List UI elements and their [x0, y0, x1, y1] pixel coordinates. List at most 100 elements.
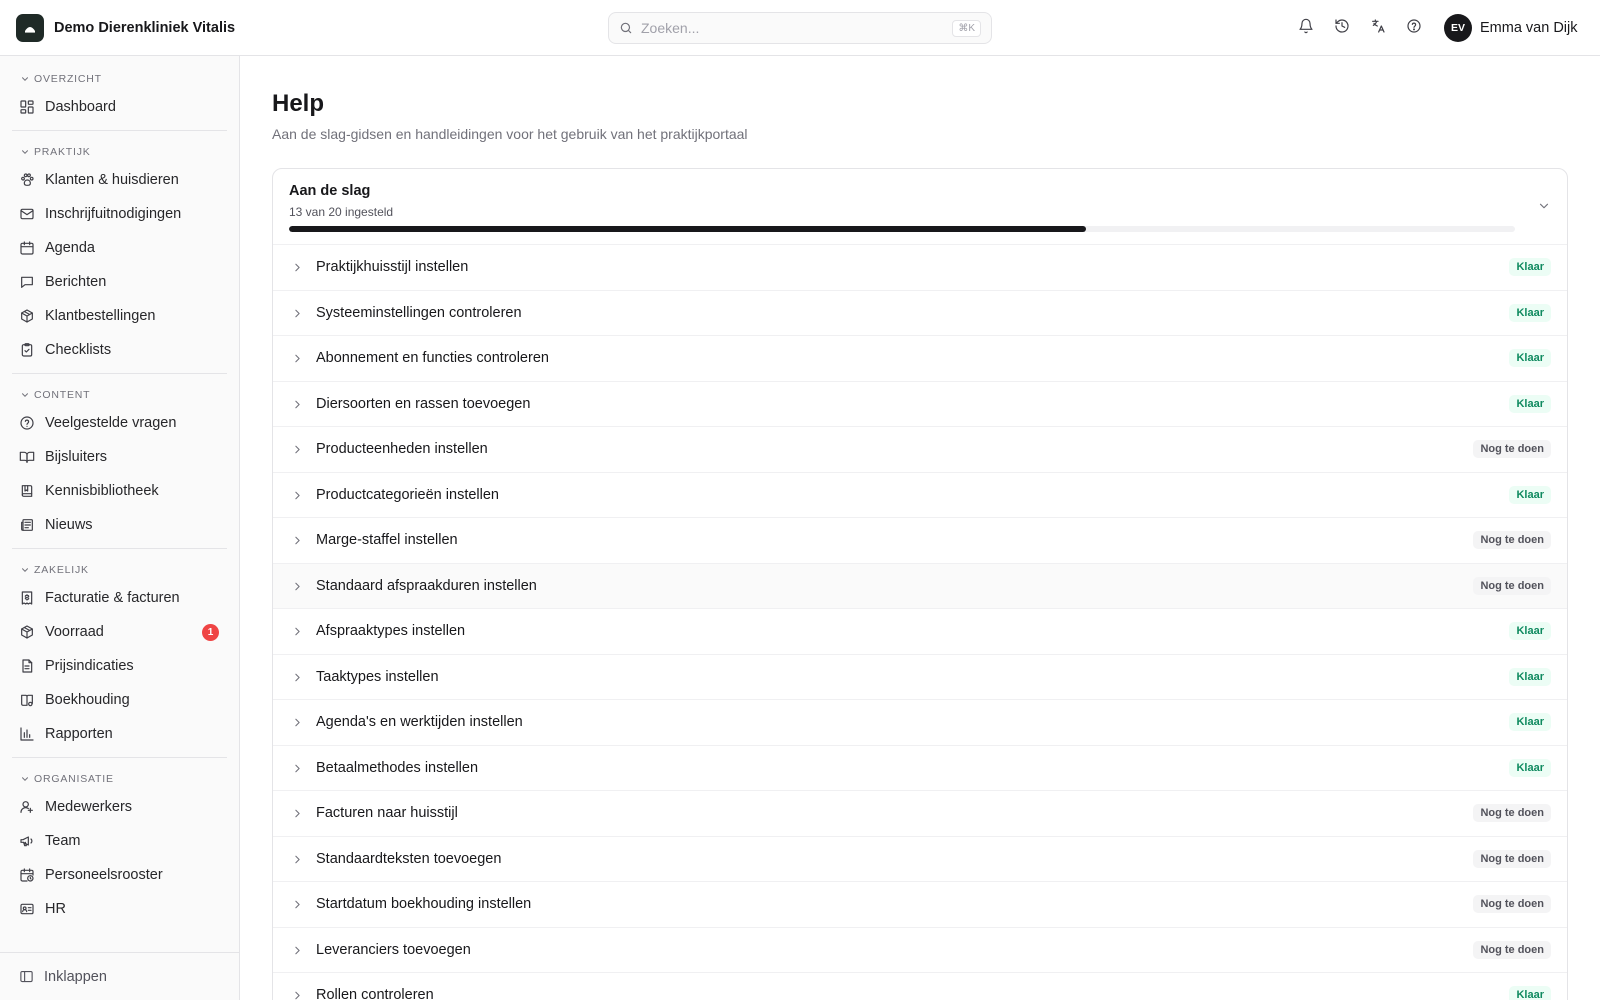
- clipboard-check-icon: [21, 343, 33, 357]
- chevron-right-icon: [295, 354, 300, 363]
- chevron-down-icon: [22, 150, 28, 154]
- calendar-clock-icon: [20, 868, 34, 882]
- sidebar-item-kennisbibliotheek[interactable]: Kennisbibliotheek: [12, 474, 227, 508]
- avatar: EV: [1444, 14, 1472, 42]
- page-subtitle: Aan de slag-gidsen en handleidingen voor…: [272, 126, 748, 142]
- search-input[interactable]: [641, 20, 953, 36]
- task-label: Betaalmethodes instellen: [316, 759, 479, 776]
- task-row-abonnement-en-functies-controleren[interactable]: Abonnement en functies controleren Klaar: [273, 336, 1567, 382]
- sidebar-item-dashboard[interactable]: Dashboard: [12, 90, 227, 124]
- collapse-sidebar-button[interactable]: Inklappen: [0, 952, 239, 1000]
- sidebar-item-hr[interactable]: HR: [12, 892, 227, 926]
- task-row-producteenheden-instellen[interactable]: Producteenheden instellen Nog te doen: [273, 427, 1567, 473]
- getting-started-header[interactable]: Aan de slag 13 van 20 ingesteld: [273, 169, 1567, 245]
- sidebar-item-facturatie-facturen[interactable]: Facturatie & facturen: [12, 581, 227, 615]
- sidebar-item-nieuws[interactable]: Nieuws: [12, 508, 227, 542]
- sidebar-item-team[interactable]: Team: [12, 824, 227, 858]
- user-icon: [20, 801, 33, 813]
- sidebar-item-berichten[interactable]: Berichten: [12, 265, 227, 299]
- sidebar-item-medewerkers[interactable]: Medewerkers: [12, 790, 227, 824]
- task-list: Praktijkhuisstijl instellen Klaar Systeemi…: [273, 245, 1567, 1000]
- task-row-startdatum-boekhouding-instellen[interactable]: Startdatum boekhouding instellen Nog te d…: [273, 882, 1567, 928]
- sidebar-item-boekhouding[interactable]: Boekhouding: [12, 683, 227, 717]
- task-row-taaktypes-instellen[interactable]: Taaktypes instellen Klaar: [273, 655, 1567, 700]
- sidebar-item-checklists[interactable]: Checklists: [12, 333, 227, 367]
- file-text-icon: [22, 659, 33, 673]
- chevron-right-icon: [295, 445, 300, 454]
- status-badge: Klaar: [1509, 485, 1551, 504]
- mail-icon: [20, 208, 34, 220]
- task-row-rollen-controleren[interactable]: Rollen controleren Klaar: [273, 973, 1567, 1000]
- sidebar-item-personeelsrooster[interactable]: Personeelsrooster: [12, 858, 227, 892]
- sidebar-group-toggle[interactable]: OVERZICHT: [12, 68, 227, 90]
- chevron-right-icon: [295, 991, 300, 1000]
- notifications-button[interactable]: [1296, 16, 1316, 36]
- package-icon: [21, 309, 33, 323]
- task-row-productcategorieen-instellen[interactable]: Productcategorieën instellen Klaar: [273, 473, 1567, 518]
- task-row-systeeminstellingen-controleren[interactable]: Systeeminstellingen controleren Klaar: [273, 291, 1567, 336]
- task-row-diersoorten-en-rassen-toevoegen[interactable]: Diersoorten en rassen toevoegen Klaar: [273, 382, 1567, 427]
- sidebar-group-organisatie: ORGANISATIE Medewerkers Team Personeelsroos…: [12, 768, 227, 932]
- search-box[interactable]: ⌘K: [608, 12, 992, 44]
- sidebar-item-agenda[interactable]: Agenda: [12, 231, 227, 265]
- sidebar-item-label: Berichten: [45, 274, 107, 290]
- clinic-logo-icon: [16, 14, 44, 42]
- chevron-right-icon: [295, 400, 300, 408]
- task-row-leveranciers-toevoegen[interactable]: Leveranciers toevoegen Nog te doen: [273, 928, 1567, 973]
- task-row-afspraaktypes-instellen[interactable]: Afspraaktypes instellen Klaar: [273, 609, 1567, 655]
- task-label: Rollen controleren: [316, 987, 434, 1000]
- language-button[interactable]: [1368, 16, 1388, 36]
- sidebar-item-voorraad[interactable]: Voorraad 1: [12, 615, 227, 649]
- user-menu[interactable]: EV Emma van Dijk: [1444, 14, 1578, 42]
- book-icon: [21, 485, 33, 497]
- sidebar-item-inschrijfuitnodigingen[interactable]: Inschrijfuitnodigingen: [12, 197, 227, 231]
- sidebar-item-label: Checklists: [45, 342, 112, 358]
- chevron-right-icon: [295, 900, 300, 909]
- page-title: Help: [272, 90, 325, 117]
- sidebar: OVERZICHT Dashboard PRAKTIJK Klanten & huis…: [0, 56, 240, 1000]
- progress-text: 13 van 20 ingesteld: [289, 205, 394, 219]
- task-row-praktijkhuisstijl-instellen[interactable]: Praktijkhuisstijl instellen Klaar: [273, 245, 1567, 291]
- chevron-down-icon: [22, 393, 28, 397]
- sidebar-collapse-icon: [20, 970, 33, 983]
- task-row-standaard-afspraakduren-instellen[interactable]: Standaard afspraakduren instellen Nog te …: [273, 563, 1567, 609]
- status-badge: Nog te doen: [1473, 440, 1551, 459]
- status-badge: Nog te doen: [1473, 531, 1551, 550]
- main-content: Help Aan de slag-gidsen en handleidingen…: [240, 56, 1600, 1000]
- task-row-facturen-naar-huisstijl[interactable]: Facturen naar huisstijl Nog te doen: [273, 791, 1567, 837]
- task-label: Taaktypes instellen: [316, 668, 439, 685]
- sidebar-item-klantbestellingen[interactable]: Klantbestellingen: [12, 299, 227, 333]
- chevron-right-icon: [295, 673, 300, 681]
- status-badge: Klaar: [1509, 986, 1551, 1000]
- task-row-betaalmethodes-instellen[interactable]: Betaalmethodes instellen Klaar: [273, 746, 1567, 791]
- top-bar: Demo Dierenkliniek Vitalis ⌘K EV Emma va…: [0, 0, 1600, 56]
- sidebar-item-prijsindicaties[interactable]: Prijsindicaties: [12, 649, 227, 683]
- getting-started-card: Aan de slag 13 van 20 ingesteld Praktijk…: [272, 168, 1568, 1000]
- sidebar-item-label: Agenda: [45, 240, 95, 256]
- history-button[interactable]: [1332, 16, 1352, 36]
- sidebar-item-label: Personeelsrooster: [45, 867, 163, 883]
- newspaper-icon: [21, 519, 33, 531]
- sidebar-item-label: HR: [45, 901, 66, 917]
- sidebar-item-label: Facturatie & facturen: [45, 590, 180, 606]
- task-row-standaardteksten-toevoegen[interactable]: Standaardteksten toevoegen Nog te doen: [273, 837, 1567, 882]
- sidebar-item-klanten-huisdieren[interactable]: Klanten & huisdieren: [12, 163, 227, 197]
- ledger-icon: [21, 694, 33, 707]
- task-row-marge-staffel-instellen[interactable]: Marge-staffel instellen Nog te doen: [273, 518, 1567, 564]
- chevron-right-icon: [295, 946, 300, 954]
- task-label: Standaardteksten toevoegen: [316, 850, 502, 867]
- task-row-agenda-s-en-werktijden-instellen[interactable]: Agenda's en werktijden instellen Klaar: [273, 700, 1567, 746]
- sidebar-group-toggle[interactable]: ORGANISATIE: [12, 768, 227, 790]
- getting-started-title: Aan de slag: [289, 183, 371, 199]
- sidebar-item-bijsluiters[interactable]: Bijsluiters: [12, 440, 227, 474]
- sidebar-group-zakelijk: ZAKELIJK Facturatie & facturen Voorraad 1 Pr…: [12, 559, 227, 758]
- sidebar-item-rapporten[interactable]: Rapporten: [12, 717, 227, 751]
- sidebar-item-veelgestelde-vragen[interactable]: Veelgestelde vragen: [12, 406, 227, 440]
- status-badge: Klaar: [1509, 258, 1551, 277]
- sidebar-group-toggle[interactable]: ZAKELIJK: [12, 559, 227, 581]
- help-button[interactable]: [1404, 16, 1424, 36]
- sidebar-group-toggle[interactable]: CONTENT: [12, 384, 227, 406]
- sidebar-group-toggle[interactable]: PRAKTIJK: [12, 141, 227, 163]
- sidebar-item-label: Medewerkers: [45, 799, 133, 815]
- brand[interactable]: Demo Dierenkliniek Vitalis: [16, 14, 235, 42]
